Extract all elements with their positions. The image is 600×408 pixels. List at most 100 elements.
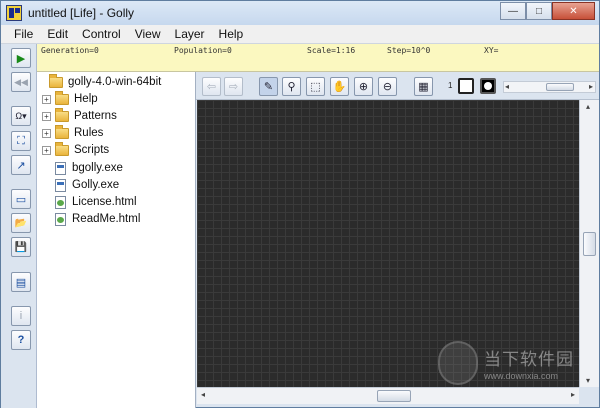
tree-file-license[interactable]: License.html xyxy=(55,194,137,210)
tree-folder-patterns[interactable]: + Patterns xyxy=(42,107,117,124)
scroll-right-icon[interactable]: ▸ xyxy=(571,390,575,399)
status-xy: XY= xyxy=(484,46,499,55)
open-pattern-icon: 📂 xyxy=(14,217,28,229)
menu-control[interactable]: Control xyxy=(75,27,128,41)
new-pattern-button[interactable]: ▭ xyxy=(11,189,31,209)
tree-folder-help[interactable]: + Help xyxy=(42,90,98,107)
info-icon: i xyxy=(19,310,23,322)
watermark-text: 当下软件园 xyxy=(484,350,574,370)
scroll-right-icon[interactable]: ▸ xyxy=(589,82,593,91)
tree-folder-rules[interactable]: + Rules xyxy=(42,124,103,141)
state-scroll-thumb[interactable] xyxy=(546,83,574,91)
tree-item-label: Scripts xyxy=(74,144,110,156)
scroll-up-icon[interactable]: ▴ xyxy=(586,102,590,111)
watermark-url: www.downxia.com xyxy=(484,371,559,381)
state-color-white[interactable] xyxy=(458,78,474,94)
golly-window: untitled [Life] - Golly — □ ✕ File Edit … xyxy=(0,0,600,408)
menu-edit[interactable]: Edit xyxy=(40,27,75,41)
help-icon: ? xyxy=(17,334,25,346)
move-button[interactable]: ✋ xyxy=(330,77,349,96)
patterns-panel-icon: ▤ xyxy=(15,276,27,289)
menu-bar: File Edit Control View Layer Help xyxy=(1,25,599,44)
title-bar[interactable]: untitled [Life] - Golly — □ ✕ xyxy=(1,1,599,25)
watermark: 当下软件园 www.downxia.com xyxy=(438,341,588,391)
algorithm-icon: Ω▾ xyxy=(15,110,27,121)
pick-icon: ⚲ xyxy=(287,81,296,93)
draw-icon: ✎ xyxy=(263,81,274,93)
tree-item-label: License.html xyxy=(72,196,137,208)
exe-file-icon xyxy=(55,161,66,175)
forward-button[interactable]: ⇨ xyxy=(224,77,243,96)
state-scrollbar[interactable]: ◂ ▸ xyxy=(503,81,596,93)
fit-pattern-icon: ⛶ xyxy=(17,134,25,147)
status-bar: Generation=0 Population=0 Scale=1:16 Ste… xyxy=(37,44,599,72)
zoom-out-button[interactable]: ⊖ xyxy=(378,77,397,96)
tree-item-label: Patterns xyxy=(74,110,117,122)
expand-icon[interactable]: + xyxy=(42,94,51,104)
tree-folder-scripts[interactable]: + Scripts xyxy=(42,141,110,158)
tree-file-bgolly[interactable]: bgolly.exe xyxy=(55,160,123,176)
start-generating-button[interactable]: ▶ xyxy=(11,48,31,68)
tree-item-label: bgolly.exe xyxy=(72,162,123,174)
back-icon: ⇦ xyxy=(206,81,217,93)
golly-app-icon xyxy=(6,5,22,21)
vertical-scroll-thumb[interactable] xyxy=(583,232,596,256)
folder-icon xyxy=(49,73,63,88)
current-state-number: 1 xyxy=(448,81,453,90)
expand-icon[interactable]: + xyxy=(42,111,51,121)
folder-icon xyxy=(55,141,69,156)
zoom-in-button[interactable]: ⊕ xyxy=(354,77,373,96)
save-pattern-icon: 💾 xyxy=(14,241,28,253)
scale-icon: ↗ xyxy=(16,159,26,172)
status-generation: Generation=0 xyxy=(41,46,99,55)
save-pattern-button[interactable]: 💾 xyxy=(11,237,31,257)
window-title: untitled [Life] - Golly xyxy=(28,6,135,20)
all-states-icon: ▦ xyxy=(418,81,429,93)
status-population: Population=0 xyxy=(174,46,232,55)
status-step: Step=10^0 xyxy=(387,46,431,55)
exe-file-icon xyxy=(55,178,66,192)
menu-view[interactable]: View xyxy=(128,27,168,41)
forward-icon: ⇨ xyxy=(228,81,239,93)
select-button[interactable]: ⬚ xyxy=(306,77,325,96)
folder-icon xyxy=(55,90,69,105)
maximize-button[interactable]: □ xyxy=(526,2,552,20)
scroll-left-icon[interactable]: ◂ xyxy=(201,390,205,399)
close-button[interactable]: ✕ xyxy=(552,2,595,20)
menu-layer[interactable]: Layer xyxy=(168,27,212,41)
tree-root[interactable]: golly-4.0-win-64bit xyxy=(49,73,161,90)
expand-icon[interactable]: + xyxy=(42,145,51,155)
help-button[interactable]: ? xyxy=(11,330,31,350)
zoom-out-icon: ⊖ xyxy=(382,81,393,93)
algorithm-button[interactable]: Ω▾ xyxy=(11,106,31,126)
menu-help[interactable]: Help xyxy=(212,27,251,41)
pick-button[interactable]: ⚲ xyxy=(282,77,301,96)
horizontal-scroll-thumb[interactable] xyxy=(377,390,411,402)
back-button[interactable]: ⇦ xyxy=(202,77,221,96)
folder-icon xyxy=(55,124,69,139)
fit-pattern-button[interactable]: ⛶ xyxy=(11,131,31,151)
scroll-left-icon[interactable]: ◂ xyxy=(505,82,509,91)
tree-file-golly[interactable]: Golly.exe xyxy=(55,177,119,193)
menu-file[interactable]: File xyxy=(7,27,40,41)
tree-item-label: Help xyxy=(74,93,98,105)
patterns-panel-button[interactable]: ▤ xyxy=(11,272,31,292)
folder-icon xyxy=(55,107,69,122)
file-tree-panel: golly-4.0-win-64bit + Help + Patterns + … xyxy=(37,72,196,408)
info-button[interactable]: i xyxy=(11,306,31,326)
state-color-black[interactable] xyxy=(480,78,496,94)
reset-icon: ◀◀ xyxy=(14,76,28,87)
status-scale: Scale=1:16 xyxy=(307,46,356,55)
start-generating-icon: ▶ xyxy=(16,52,26,65)
reset-button[interactable]: ◀◀ xyxy=(11,72,31,92)
open-pattern-button[interactable]: 📂 xyxy=(11,213,31,233)
minimize-button[interactable]: — xyxy=(500,2,526,20)
html-file-icon xyxy=(55,212,66,226)
draw-button[interactable]: ✎ xyxy=(259,77,278,96)
scale-button[interactable]: ↗ xyxy=(11,155,31,175)
tree-item-label: Golly.exe xyxy=(72,179,120,191)
all-states-button[interactable]: ▦ xyxy=(414,77,433,96)
tree-file-readme[interactable]: ReadMe.html xyxy=(55,211,140,227)
expand-icon[interactable]: + xyxy=(42,128,51,138)
move-hand-icon: ✋ xyxy=(332,81,347,93)
